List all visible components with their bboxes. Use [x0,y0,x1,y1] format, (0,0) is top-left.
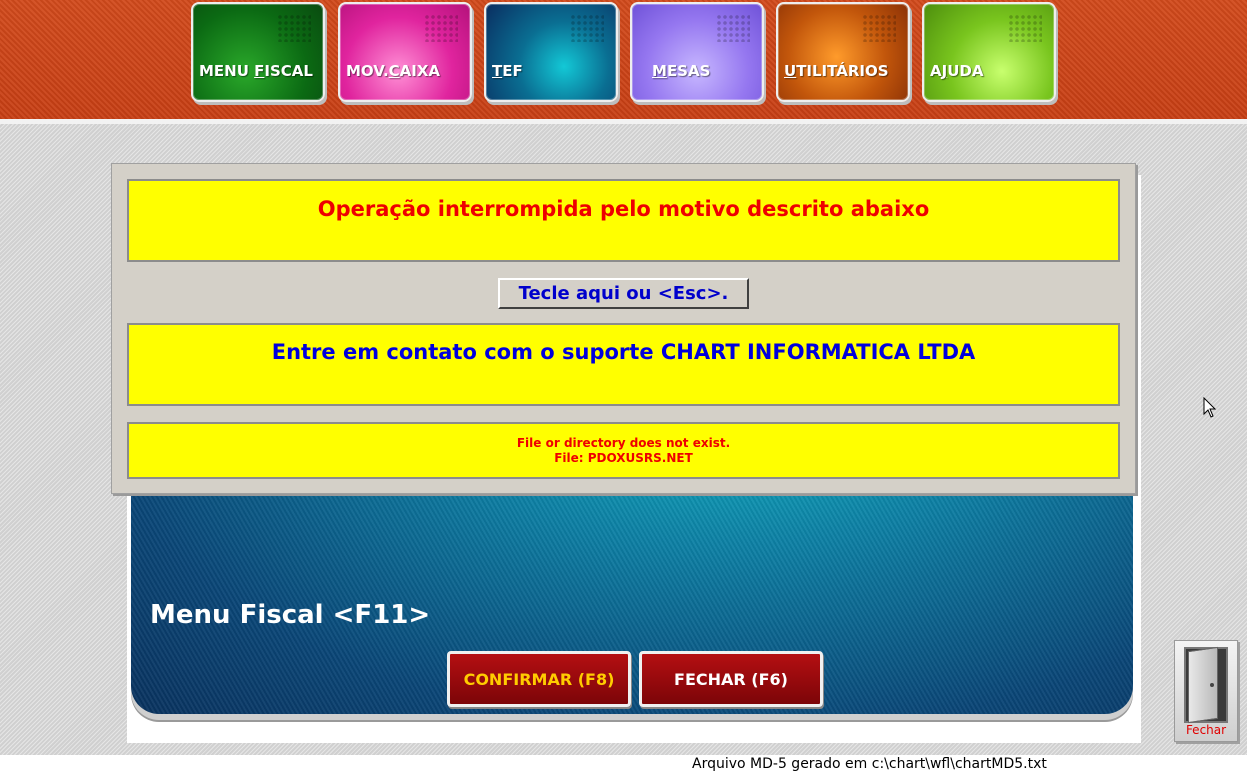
dot-pattern-icon [277,14,311,42]
tef-tile[interactable]: TEF [484,2,618,102]
error-line-1: File or directory does not exist. [516,436,731,450]
support-message-box: Entre em contato com o suporte CHART INF… [127,323,1120,406]
fechar-door-button[interactable]: Fechar [1174,640,1238,742]
top-menu-bar [0,0,1247,122]
error-dialog: Operação interrompida pelo motivo descri… [111,163,1136,494]
mov-caixa-label: MOV.CAIXA [346,62,441,80]
error-line-2: File: PDOXUSRS.NET [554,451,693,465]
panel-title: Menu Fiscal <F11> [150,600,431,630]
menu-fiscal-tile[interactable]: MENU FISCAL [191,2,325,102]
ajuda-label: AJUDA [930,62,984,80]
door-knob-icon [1210,683,1214,687]
fechar-label: Fechar [1185,723,1227,737]
dot-pattern-icon [424,14,458,42]
dot-pattern-icon [862,14,896,42]
mouse-cursor-icon [1203,397,1217,418]
status-strip [0,755,1247,775]
error-title: Operação interrompida pelo motivo descri… [317,197,930,221]
error-detail-box: File or directory does not exist. File: … [127,422,1120,479]
error-title-box: Operação interrompida pelo motivo descri… [127,179,1120,262]
close-button[interactable]: FECHAR (F6) [639,651,823,707]
dot-pattern-icon [1008,14,1042,42]
ajuda-tile[interactable]: AJUDA [922,2,1056,102]
esc-button[interactable]: Tecle aqui ou <Esc>. [498,278,749,309]
dot-pattern-icon [570,14,604,42]
support-message: Entre em contato com o suporte CHART INF… [271,340,976,364]
mov-caixa-tile[interactable]: MOV.CAIXA [338,2,472,102]
error-detail: File or directory does not exist. File: … [129,436,1118,466]
tef-label: TEF [492,62,523,80]
mesas-label: MESAS [652,62,711,80]
footer-status: Arquivo MD-5 gerado em c:\chart\wfl\char… [692,756,1047,772]
utilitarios-tile[interactable]: UTILITÁRIOS [776,2,910,102]
confirm-button[interactable]: CONFIRMAR (F8) [447,651,631,707]
menu-fiscal-label: MENU FISCAL [199,62,313,80]
dot-pattern-icon [716,14,750,42]
utilitarios-label: UTILITÁRIOS [784,62,889,80]
mesas-tile[interactable]: MESAS [630,2,764,102]
